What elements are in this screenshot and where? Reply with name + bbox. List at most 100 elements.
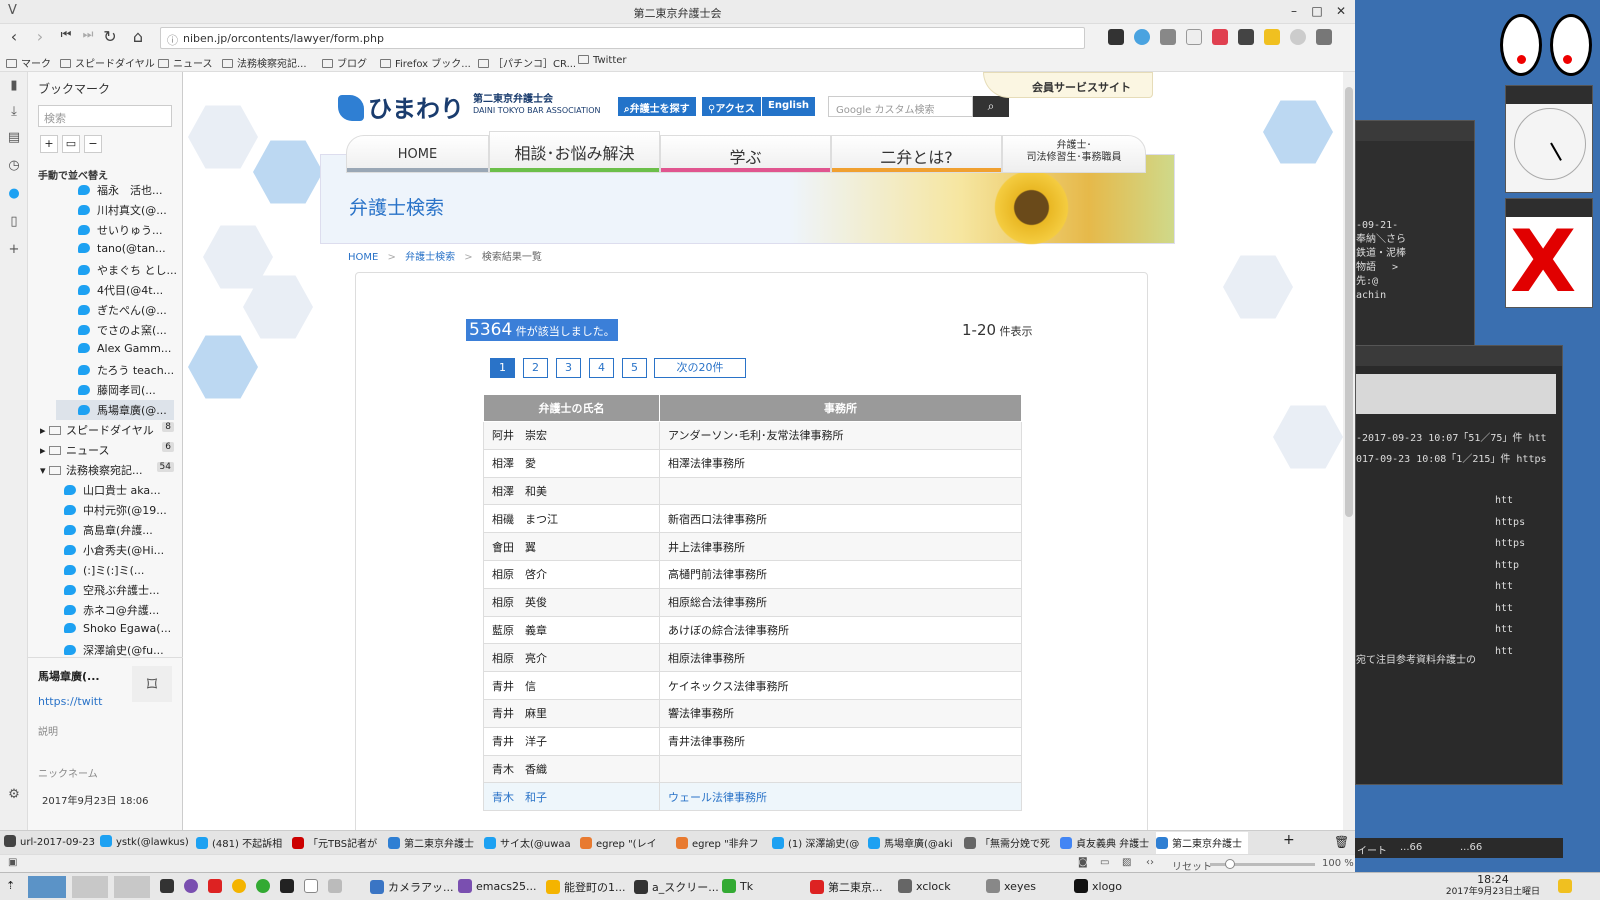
taskbar-item[interactable]: xlogo	[1074, 879, 1122, 893]
maximize-icon[interactable]: □	[1308, 4, 1326, 18]
page-1-button[interactable]: 1	[490, 358, 515, 378]
lawyer-name-cell[interactable]: 青木 和子	[483, 782, 660, 812]
trash-icon[interactable]: 🗑	[1334, 835, 1349, 849]
extension-six-icon[interactable]	[1186, 29, 1202, 45]
browser-tab[interactable]: url-2017-09-23	[4, 835, 96, 848]
pocket-icon[interactable]	[1212, 29, 1228, 45]
office-cell[interactable]: 井上法律事務所	[659, 532, 1022, 561]
settings-gear-icon[interactable]: ⚙	[6, 787, 22, 803]
extension-shield-icon[interactable]	[1108, 29, 1124, 45]
bookmark-item[interactable]: せいりゅう...	[78, 222, 163, 242]
browser-tab[interactable]: 「無需分娩で死	[964, 835, 1056, 850]
browser-tab[interactable]: 第二東京弁護士	[1156, 832, 1248, 854]
nav-consult[interactable]: 相談･お悩み解決	[489, 131, 660, 173]
office-cell[interactable]	[659, 476, 1022, 506]
taskbar-item[interactable]: xeyes	[986, 879, 1036, 893]
lawyer-name-cell[interactable]: 相磯 まつ江	[483, 504, 660, 534]
bookmark-item[interactable]: 赤ネコ@弁護...	[64, 602, 159, 622]
lawyer-name-cell[interactable]: 相原 啓介	[483, 559, 660, 589]
lawyer-name-cell[interactable]: 藍原 義章	[483, 615, 660, 645]
twitter-icon[interactable]: ●	[6, 186, 22, 202]
rewind-icon[interactable]: ⏮	[56, 27, 76, 42]
bookmark-item[interactable]: 川村真文(@...	[78, 202, 167, 222]
add-folder-button[interactable]: ▭	[62, 135, 80, 153]
extension-yellow-icon[interactable]	[1264, 29, 1280, 45]
extension-note-icon[interactable]	[1160, 29, 1176, 45]
lawyer-name-cell[interactable]: 青井 洋子	[483, 726, 660, 756]
app-icon[interactable]	[256, 879, 270, 893]
member-service-link[interactable]: 会員サービスサイト	[983, 72, 1153, 98]
notification-icon[interactable]	[1558, 879, 1572, 893]
browser-tab[interactable]: 貞友義典 弁護士	[1060, 835, 1152, 850]
taskbar-item[interactable]: Tk	[722, 879, 753, 893]
extension-gear-icon[interactable]	[1290, 29, 1306, 45]
zoom-slider[interactable]	[1210, 859, 1315, 869]
forward-icon[interactable]: ›	[30, 27, 50, 46]
delete-bookmark-button[interactable]: −	[84, 135, 102, 153]
bookmark-item[interactable]: 藤岡孝司(...	[78, 382, 156, 402]
browser-tab[interactable]: 馬場章廣(@aki	[868, 835, 960, 850]
detail-url[interactable]: https://twitt	[38, 695, 102, 708]
bookmark-folder[interactable]: Twitter	[578, 55, 627, 66]
bookmark-folder[interactable]: Firefox ブック...	[380, 55, 471, 70]
bookmark-item[interactable]: Alex Gamm...	[78, 342, 171, 362]
browser-tab[interactable]: サイ太(@uwaa	[484, 835, 576, 850]
office-cell[interactable]: 青井法律事務所	[659, 726, 1022, 756]
extension-bird-icon[interactable]	[1134, 29, 1150, 45]
browser-tab[interactable]: (481) 不起訴相	[196, 835, 288, 850]
bookmark-item[interactable]: 小倉秀夫(@Hi...	[64, 542, 164, 562]
office-cell[interactable]	[659, 754, 1022, 784]
browser-tab[interactable]: 第二東京弁護士	[388, 835, 480, 850]
notes-icon[interactable]: ▤	[6, 130, 22, 146]
breadcrumb-search[interactable]: 弁護士検索	[405, 252, 455, 263]
bookmark-folder[interactable]: ブログ	[322, 55, 367, 70]
bookmark-folder[interactable]: マーク	[6, 55, 51, 70]
address-bar[interactable]: ⓘ niben.jp/orcontents/lawyer/form.php	[160, 27, 1085, 49]
office-cell[interactable]: 相澤法律事務所	[659, 448, 1022, 478]
bookmark-panel-icon[interactable]: ▮	[6, 78, 22, 94]
bookmark-link[interactable]: ［パチンコ］CR...	[478, 55, 576, 70]
scrollbar-thumb[interactable]	[1345, 87, 1353, 517]
zoom-slider-handle[interactable]	[1225, 859, 1235, 869]
camera-icon[interactable]: ◙	[1078, 857, 1088, 868]
google-search-input[interactable]: Google カスタム検索	[828, 96, 973, 117]
bookmark-item[interactable]: やまぐち とし...	[78, 262, 177, 282]
bookmark-item[interactable]: 山口貴士 aka...	[64, 482, 161, 502]
back-icon[interactable]: ‹	[4, 27, 24, 46]
extension-edit-icon[interactable]	[1316, 29, 1332, 45]
page-5-button[interactable]: 5	[622, 358, 647, 378]
download-icon[interactable]: ⤓	[6, 104, 22, 120]
chrome-icon[interactable]	[232, 879, 246, 893]
office-cell[interactable]: 相原法律事務所	[659, 643, 1022, 673]
detail-description-label[interactable]: 説明	[38, 723, 58, 738]
access-button[interactable]: ⚲アクセス	[702, 97, 761, 116]
panel-toggle-icon[interactable]: ▣	[8, 857, 17, 868]
workspace-1[interactable]	[28, 876, 66, 898]
lawyer-name-cell[interactable]: 相原 英俊	[483, 587, 660, 617]
zoom-reset-label[interactable]: リセット	[1172, 858, 1212, 873]
taskbar-item[interactable]: a_スクリー...	[634, 879, 719, 895]
terminal-titlebar[interactable]	[1356, 121, 1474, 141]
office-cell[interactable]: 高樋門前法律事務所	[659, 559, 1022, 589]
bookmark-item[interactable]: 福永 活也...	[78, 182, 163, 202]
lawyer-name-cell[interactable]: 會田 翼	[483, 532, 660, 561]
nav-learn[interactable]: 学ぶ	[660, 135, 831, 173]
add-bookmark-button[interactable]: +	[40, 135, 58, 153]
detail-name[interactable]: 馬場章廣(...	[38, 668, 100, 684]
minimize-icon[interactable]: –	[1285, 4, 1303, 18]
site-logo[interactable]: ひまわり	[338, 89, 464, 123]
lawyer-name-cell[interactable]: 青木 香織	[483, 754, 660, 784]
workspace-3[interactable]	[114, 876, 150, 898]
page-scrollbar[interactable]	[1343, 72, 1355, 830]
taskbar-clock[interactable]: 18:24 2017年9月23日土曜日	[1446, 874, 1540, 898]
detail-nickname-label[interactable]: ニックネーム	[38, 765, 98, 780]
office-cell[interactable]: あけぼの綜合法律事務所	[659, 615, 1022, 645]
home-icon[interactable]: ⌂	[128, 27, 148, 46]
taskbar-item[interactable]: 第二東京...	[810, 879, 883, 895]
page-2-button[interactable]: 2	[523, 358, 548, 378]
browser-tab[interactable]: 「元TBS記者が	[292, 835, 384, 850]
browser-tab[interactable]: (1) 深澤諭史(@	[772, 835, 864, 850]
code-icon[interactable]: ‹›	[1146, 857, 1154, 868]
browser-tab[interactable]: ystk(@lawkus)	[100, 835, 192, 848]
breadcrumb-home[interactable]: HOME	[348, 252, 378, 263]
